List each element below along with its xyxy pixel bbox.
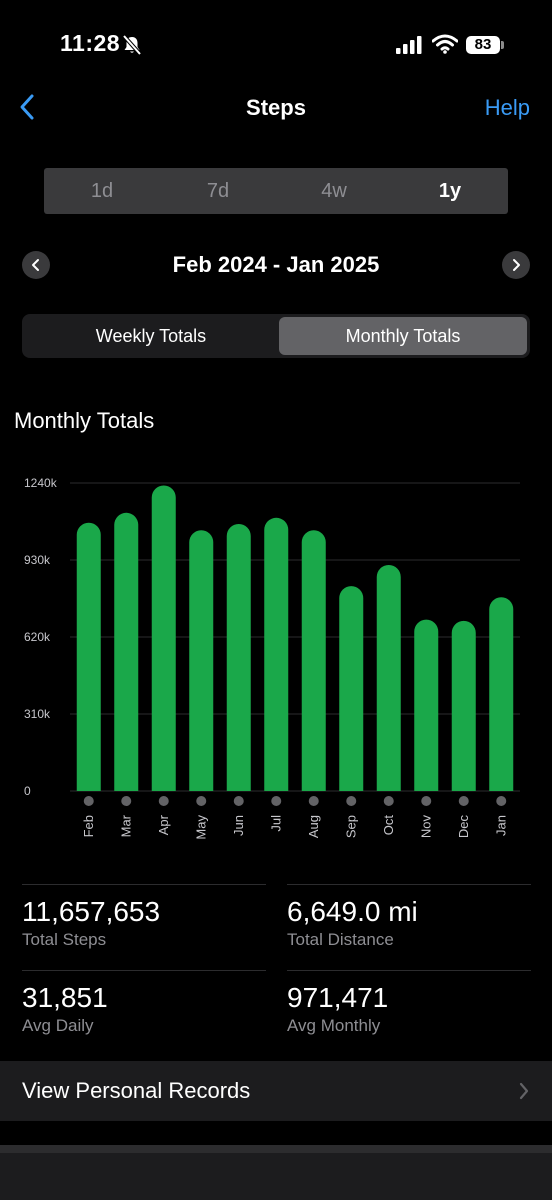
bar-nov xyxy=(414,619,439,791)
stat-divider xyxy=(287,884,531,885)
bar-jul xyxy=(264,517,289,791)
period-7d[interactable]: 7d xyxy=(160,168,276,214)
x-tick-label: Jul xyxy=(268,815,283,832)
total-steps-value: 11,657,653 xyxy=(22,896,161,927)
chevron-right-icon xyxy=(519,1082,529,1100)
monthly-totals-option[interactable]: Monthly Totals xyxy=(279,317,527,355)
y-tick-label: 930k xyxy=(24,553,51,567)
x-tick-label: Sep xyxy=(343,815,358,838)
month-dot xyxy=(346,796,357,806)
x-tick-label: Feb xyxy=(81,815,96,837)
bar-aug xyxy=(301,530,326,791)
x-tick-label: Apr xyxy=(156,814,171,835)
bottom-panel xyxy=(0,1145,552,1200)
month-dot xyxy=(196,796,207,806)
stat-divider xyxy=(22,970,266,971)
chevron-right-icon xyxy=(513,259,520,271)
bar-dec xyxy=(451,620,476,791)
month-dot xyxy=(421,796,432,806)
cellular-signal-icon xyxy=(396,36,422,54)
month-dot xyxy=(83,796,94,806)
bar-jun xyxy=(226,523,251,791)
y-tick-label: 310k xyxy=(24,707,51,721)
avg-monthly-value: 971,471 xyxy=(287,982,389,1013)
bar-apr xyxy=(151,485,176,791)
month-dot xyxy=(458,796,469,806)
status-time: 11:28 xyxy=(60,30,121,56)
month-dot xyxy=(308,796,319,806)
x-tick-label: Jan xyxy=(493,815,508,836)
period-1d[interactable]: 1d xyxy=(44,168,160,214)
battery-icon: 83 xyxy=(466,36,500,54)
avg-daily-label: Avg Daily xyxy=(22,1016,94,1035)
x-tick-label: Nov xyxy=(418,815,433,839)
view-personal-records-label: View Personal Records xyxy=(22,1078,251,1103)
date-range-label: Feb 2024 - Jan 2025 xyxy=(172,252,380,277)
bar-feb xyxy=(76,522,101,791)
x-tick-label: Aug xyxy=(306,815,321,838)
bar-jan xyxy=(489,597,514,791)
status-bar: 11:28 83 xyxy=(0,0,552,90)
bar-sep xyxy=(339,586,364,791)
x-tick-label: Jun xyxy=(231,815,246,836)
next-range-button[interactable] xyxy=(502,251,530,279)
total-distance-label: Total Distance xyxy=(287,930,394,949)
view-personal-records-row[interactable]: View Personal Records xyxy=(0,1061,552,1121)
totals-toggle: Weekly Totals Monthly Totals xyxy=(22,314,530,358)
bell-muted-icon xyxy=(122,34,142,56)
battery-tip xyxy=(501,41,504,49)
avg-monthly-label: Avg Monthly xyxy=(287,1016,381,1035)
period-4w[interactable]: 4w xyxy=(276,168,392,214)
x-tick-label: Mar xyxy=(118,814,133,837)
bar-mar xyxy=(114,512,139,791)
monthly-steps-chart: 0 310k 620k 930k 1240k Feb Mar Apr May Jun Jul Aug S… xyxy=(24,476,520,840)
month-dot xyxy=(121,796,132,806)
month-dot xyxy=(496,796,507,806)
y-tick-label: 0 xyxy=(24,784,31,798)
stat-divider xyxy=(287,970,531,971)
x-tick-label: May xyxy=(193,815,208,840)
stat-divider xyxy=(22,884,266,885)
weekly-totals-option[interactable]: Weekly Totals xyxy=(25,317,277,355)
x-tick-label: Dec xyxy=(456,815,471,839)
avg-daily-value: 31,851 xyxy=(22,982,108,1013)
total-distance-value: 6,649.0 mi xyxy=(287,896,418,927)
month-dot xyxy=(271,796,282,806)
bar-may xyxy=(189,530,214,791)
month-dot xyxy=(383,796,394,806)
y-tick-label: 1240k xyxy=(24,476,58,490)
month-dot xyxy=(233,796,244,806)
period-segmented-control: 1d 7d 4w 1y xyxy=(44,168,508,214)
section-title: Monthly Totals xyxy=(14,408,155,433)
y-tick-label: 620k xyxy=(24,630,51,644)
bar-oct xyxy=(376,564,401,791)
total-steps-label: Total Steps xyxy=(22,930,107,949)
x-tick-label: Oct xyxy=(381,815,396,836)
help-button[interactable]: Help xyxy=(485,95,530,121)
wifi-icon xyxy=(432,34,458,54)
page-title: Steps xyxy=(246,95,306,120)
month-dot xyxy=(158,796,169,806)
period-1y[interactable]: 1y xyxy=(392,168,508,214)
